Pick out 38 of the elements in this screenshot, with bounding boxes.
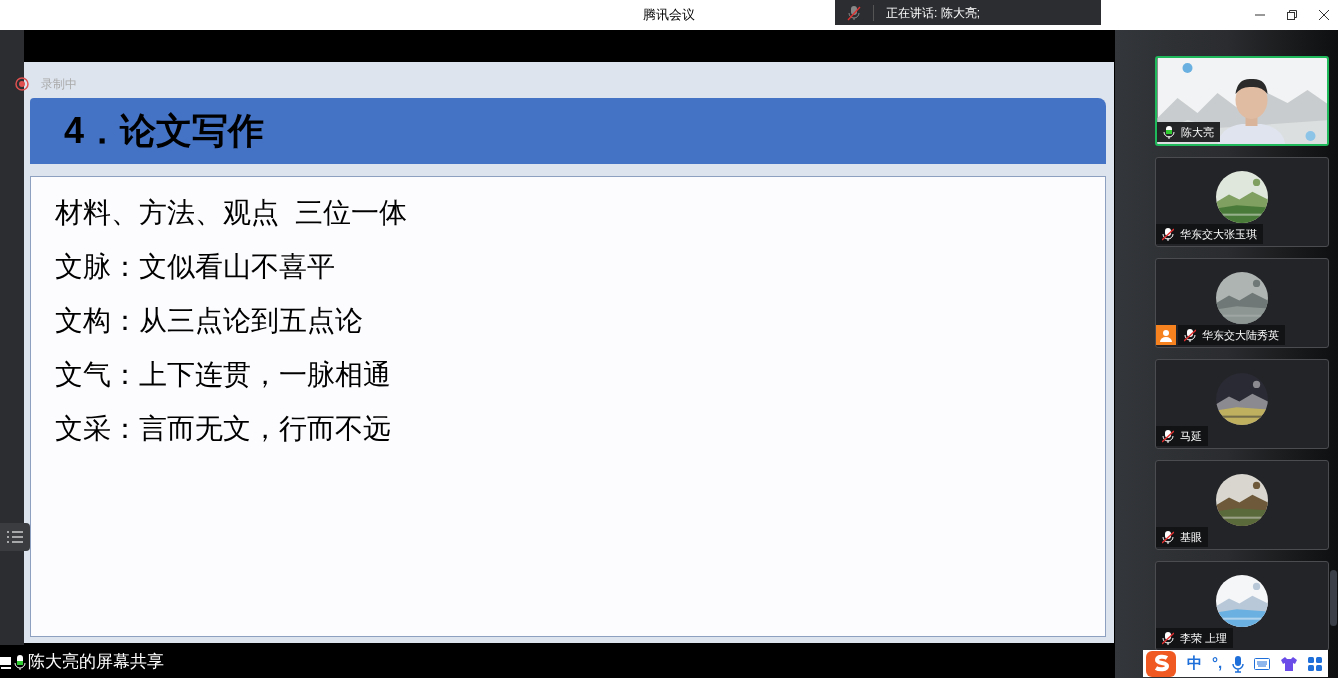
- name-label: 马延: [1156, 426, 1208, 446]
- close-icon[interactable]: [1318, 9, 1330, 21]
- name-label: 基眼: [1156, 527, 1208, 547]
- mic-icon: [14, 653, 26, 670]
- punctuation-toggle[interactable]: °,: [1212, 652, 1223, 675]
- participant-tile[interactable]: 马延: [1155, 359, 1329, 449]
- slide-title: 4．论文写作: [64, 109, 265, 153]
- list-button[interactable]: [0, 523, 30, 551]
- list-icon: [7, 531, 23, 543]
- speaking-text: 正在讲话: 陈大亮;: [886, 4, 980, 22]
- ime-logo-icon[interactable]: [1145, 649, 1177, 678]
- name-label: 陈大亮: [1157, 122, 1220, 142]
- muted-mic-icon: [847, 4, 861, 21]
- slide-text-line: 文构：从三点论到五点论: [55, 305, 364, 337]
- record-icon: [15, 77, 29, 91]
- name-label: 华东交大陆秀英: [1178, 325, 1285, 345]
- screen-share-icon: [0, 654, 12, 669]
- recording-indicator: 录制中: [15, 75, 77, 93]
- share-label: 陈大亮的屏幕共享: [28, 650, 164, 673]
- restore-icon[interactable]: [1286, 9, 1298, 21]
- slide-text-line: 文气：上下连贯，一脉相通: [55, 359, 392, 391]
- grid-icon[interactable]: [1308, 656, 1323, 671]
- ime-mode-toggle[interactable]: 中: [1187, 652, 1202, 675]
- participant-tile[interactable]: 华东交大陆秀英: [1155, 258, 1329, 348]
- participant-tile[interactable]: 基眼: [1155, 460, 1329, 550]
- shirt-icon[interactable]: [1280, 655, 1299, 672]
- slide-text-line: 文采：言而无文，行而不远: [55, 413, 392, 445]
- name-label: 李荣 上理: [1156, 628, 1234, 648]
- slide-text-line: 材料、方法、观点 三位一体: [55, 197, 408, 229]
- scrollbar-thumb[interactable]: [1330, 570, 1337, 626]
- keyboard-icon[interactable]: [1254, 657, 1271, 670]
- window-title: 腾讯会议: [643, 6, 695, 25]
- mic-icon[interactable]: [1232, 654, 1245, 673]
- participant-tile[interactable]: 华东交大张玉琪: [1155, 157, 1329, 247]
- participant-tile[interactable]: 陈大亮: [1155, 56, 1329, 146]
- participant-tile[interactable]: 李荣 上理: [1155, 561, 1329, 651]
- slide-text-line: 文脉：文似看山不喜平: [55, 251, 336, 283]
- name-label: 华东交大张玉琪: [1156, 224, 1263, 244]
